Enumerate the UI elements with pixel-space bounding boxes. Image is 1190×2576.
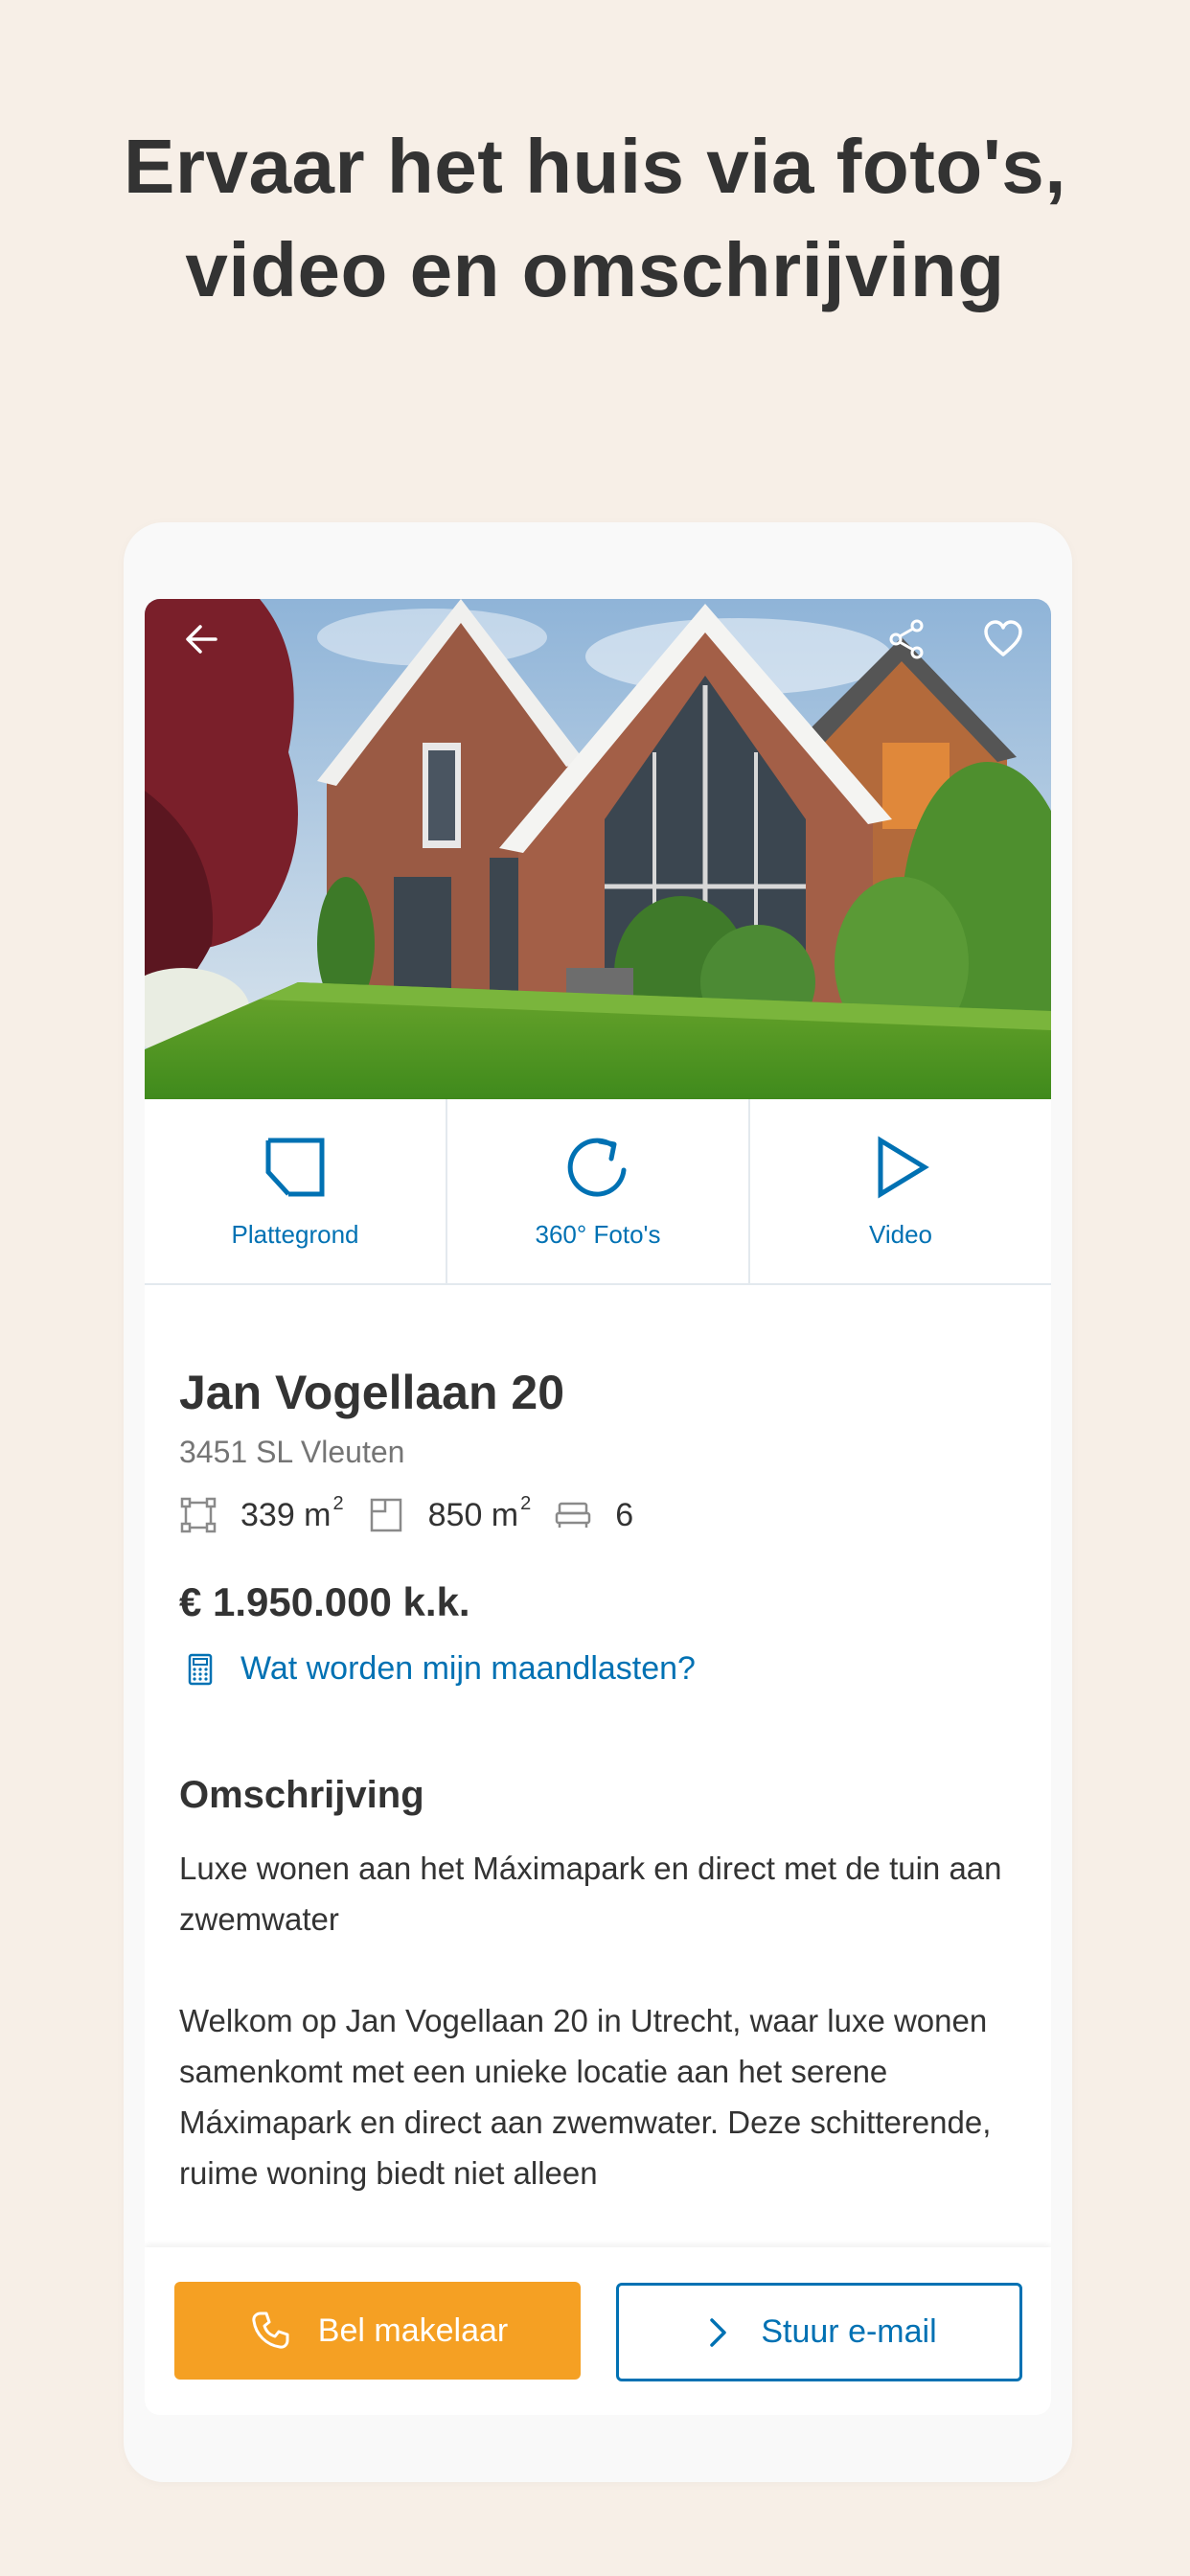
description-body: Welkom op Jan Vogellaan 20 in Utrecht, w… (179, 2003, 992, 2191)
rooms-value: 6 (615, 1496, 634, 1533)
favorite-button[interactable] (974, 610, 1032, 668)
phone-icon (252, 2312, 289, 2349)
arrow-left-icon (186, 625, 217, 654)
area-unit-superscript: 2 (520, 1493, 532, 1515)
headline: Ervaar het huis via foto's, video en oms… (0, 115, 1190, 322)
tab-label: Plattegrond (231, 1220, 359, 1249)
back-button[interactable] (173, 610, 231, 668)
share-button[interactable] (879, 610, 936, 668)
listing-postal-city: 3451 SL Vleuten (179, 1435, 405, 1469)
media-tabs: Plattegrond 360° Foto's Video (145, 1099, 1051, 1285)
rotate-360-icon (567, 1138, 627, 1197)
calculator-icon (188, 1653, 213, 1685)
headline-line-1: Ervaar het huis via foto's, (124, 124, 1066, 209)
bed-icon (556, 1502, 591, 1528)
area-unit-superscript: 2 (332, 1493, 344, 1515)
share-icon (889, 619, 924, 659)
heart-icon (984, 620, 1022, 656)
plot-area-icon (370, 1498, 401, 1532)
send-email-label: Stuur e-mail (761, 2313, 937, 2350)
listing-features: 339 m2 850 m2 6 (179, 1491, 1017, 1539)
send-email-button[interactable]: Stuur e-mail (616, 2283, 1022, 2381)
phone-mockup: Plattegrond 360° Foto's Video Jan Vogell… (124, 522, 1072, 2482)
living-area: 339 m2 (179, 1493, 344, 1534)
plot-area: 850 m2 (367, 1493, 532, 1534)
listing-screen: Plattegrond 360° Foto's Video Jan Vogell… (145, 599, 1051, 2415)
contact-action-bar: Bel makelaar Stuur e-mail (145, 2247, 1051, 2415)
mortgage-link[interactable]: Wat worden mijn maandlasten? (179, 1650, 1017, 1688)
tab-video[interactable]: Video (750, 1099, 1051, 1283)
call-agent-button[interactable]: Bel makelaar (174, 2282, 581, 2380)
tab-360-fotos[interactable]: 360° Foto's (447, 1099, 750, 1283)
rooms: 6 (554, 1496, 633, 1534)
description-summary: Luxe wonen aan het Máximapark en direct … (179, 1851, 1002, 1937)
house-photo-illustration (145, 599, 1051, 1099)
listing-price: € 1.950.000 k.k. (179, 1579, 470, 1624)
tab-plattegrond[interactable]: Plattegrond (145, 1099, 447, 1283)
plot-area-value: 850 m (427, 1496, 519, 1533)
listing-street: Jan Vogellaan 20 (179, 1366, 565, 1419)
floorplan-icon (265, 1138, 325, 1197)
mortgage-link-label: Wat worden mijn maandlasten? (240, 1650, 696, 1687)
headline-line-2: video en omschrijving (185, 227, 1005, 312)
play-icon (878, 1136, 929, 1199)
living-area-value: 339 m (240, 1496, 332, 1533)
listing-details: Jan Vogellaan 20 3451 SL Vleuten 339 m2 (179, 1361, 1017, 2198)
description-title: Omschrijving (179, 1774, 424, 1816)
call-agent-label: Bel makelaar (317, 2312, 509, 2349)
tab-label: Video (868, 1220, 933, 1249)
chevron-right-icon (710, 2317, 727, 2347)
tab-label: 360° Foto's (535, 1220, 661, 1249)
living-area-icon (180, 1497, 217, 1533)
house-photo[interactable] (145, 599, 1051, 1099)
